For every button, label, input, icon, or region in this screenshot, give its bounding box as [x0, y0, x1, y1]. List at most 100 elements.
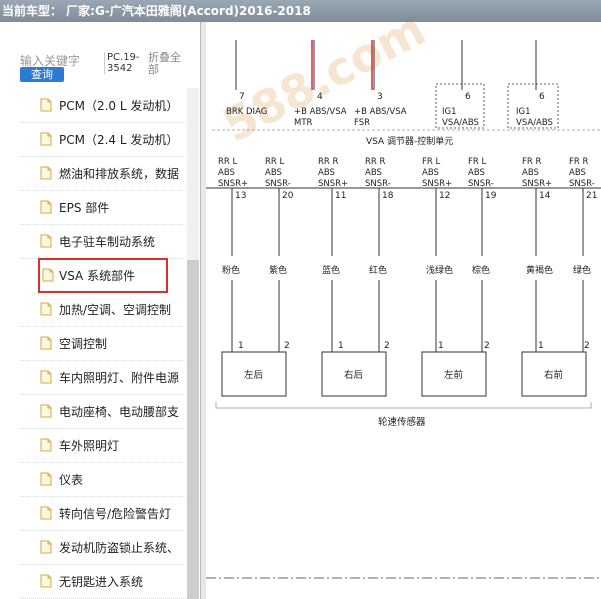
tree-item-label: 电动座椅、电动腰部支	[59, 405, 180, 419]
tree-item[interactable]: 燃油和排放系统，数据	[20, 156, 186, 191]
signal-name: SNSR+	[318, 179, 348, 189]
watermark: 588.com	[214, 22, 434, 153]
signal-name: ABS	[318, 168, 335, 178]
top-pin-label: +B ABS/VSA	[294, 107, 347, 117]
wire-color-label: 粉色	[222, 264, 240, 276]
tree-item-label: PCM（2.4 L 发动机）	[59, 133, 179, 147]
wire-color-label: 蓝色	[322, 264, 340, 276]
signal-name: ABS	[522, 168, 539, 178]
top-pin-number: 4	[317, 92, 323, 102]
tree-item-label: 电子驻车制动系统	[59, 235, 156, 249]
signal-name: SNSR-	[265, 179, 291, 189]
signal-name: RR L	[265, 157, 285, 167]
title-bar: 当前车型： 厂家:G-广汽本田雅阁(Accord)2016-2018	[0, 0, 601, 22]
document-icon	[40, 234, 52, 248]
tree-item-label: 空调控制	[59, 337, 108, 351]
sensor-group-bracket	[215, 402, 592, 409]
wire-color-label: 浅绿色	[426, 264, 453, 276]
top-pin-label: BRK DIAG	[226, 107, 267, 117]
top-pin-label: IG1	[516, 107, 531, 117]
signal-name: RR R	[318, 157, 339, 167]
left-pane: 输入关键字 查询 PC.19-3542 折叠全部 PCM（2.0 L 发动机） P…	[0, 22, 200, 599]
document-icon	[40, 370, 52, 384]
fold-all-button[interactable]: 折叠全部	[148, 52, 188, 76]
sensor-pin: 1	[438, 341, 444, 351]
signal-name: ABS	[365, 168, 382, 178]
sensor-pin: 2	[484, 341, 490, 351]
tree-item[interactable]: EPS 部件	[20, 190, 186, 225]
sensor-pin: 1	[338, 341, 344, 351]
tree-item[interactable]: 无钥匙进入系统	[20, 564, 186, 599]
tree-item[interactable]: 发动机防盗锁止系统、	[20, 530, 186, 565]
document-icon	[40, 438, 52, 452]
signal-name: SNSR+	[522, 179, 552, 189]
document-icon	[40, 166, 52, 180]
tree-item[interactable]: 车内照明灯、附件电源	[20, 360, 186, 395]
sensor-label: 左后	[244, 369, 264, 381]
tree-item[interactable]: 空调控制	[20, 326, 186, 361]
signal-name: ABS	[218, 168, 235, 178]
signal-name: ABS	[422, 168, 439, 178]
tree-item-label: EPS 部件	[59, 201, 110, 215]
document-icon	[40, 506, 52, 520]
document-icon	[40, 404, 52, 418]
top-pin-label: +B ABS/VSA	[354, 107, 407, 117]
tree-item[interactable]: 电子驻车制动系统	[20, 224, 186, 259]
top-pin-number: 7	[239, 92, 245, 102]
tree-item-selected[interactable]: VSA 系统部件	[38, 258, 168, 293]
tree-item[interactable]: 车外照明灯	[20, 428, 186, 463]
tree-item[interactable]: 电动座椅、电动腰部支	[20, 394, 186, 429]
document-icon	[40, 336, 52, 350]
top-pin-label: VSA/ABS	[442, 118, 479, 128]
signal-pin: 21	[586, 191, 597, 201]
signal-name: FR L	[422, 157, 440, 167]
wire-color-label: 黄褐色	[526, 264, 553, 276]
wire-color-label: 紫色	[269, 264, 287, 276]
top-pin-label: IG1	[442, 107, 457, 117]
sensor-pin: 1	[238, 341, 244, 351]
signal-pin: 14	[539, 191, 551, 201]
tree-scrollbar-thumb[interactable]	[187, 260, 199, 599]
document-icon	[40, 574, 52, 588]
signal-name: FR R	[569, 157, 588, 167]
tree-item-label: 加热/空调、空调控制	[59, 303, 172, 317]
signal-pin: 13	[235, 191, 246, 201]
signal-name: SNSR-	[468, 179, 494, 189]
document-icon	[40, 472, 52, 486]
signal-name: SNSR+	[422, 179, 452, 189]
document-icon	[40, 132, 52, 146]
tree-item-label: 燃油和排放系统，数据	[59, 167, 180, 181]
tree-item-label: 转向信号/危险警告灯	[59, 507, 172, 521]
signal-name: RR R	[365, 157, 386, 167]
signal-pin: 19	[485, 191, 497, 201]
tree-item-label: 车内照明灯、附件电源	[59, 371, 180, 385]
tree-item[interactable]: PCM（2.4 L 发动机）	[20, 122, 186, 157]
sensor-pin: 1	[538, 341, 544, 351]
signal-name: SNSR+	[218, 179, 248, 189]
wire-color-label: 绿色	[573, 264, 591, 276]
wiring-diagram-svg: 588.com7BRK DIAG4+B ABS/VSAMTR3+B ABS/VS…	[206, 22, 601, 579]
tree-item[interactable]: PCM（2.0 L 发动机）	[20, 88, 186, 123]
sensor-label: 左前	[444, 369, 463, 381]
wire-color-label: 棕色	[472, 264, 490, 276]
top-pin-label: VSA/ABS	[516, 118, 553, 128]
query-button[interactable]: 查询	[20, 67, 64, 82]
wire-color-label: 红色	[369, 264, 387, 276]
signal-pin: 12	[439, 191, 450, 201]
signal-name: FR R	[522, 157, 541, 167]
wiring-diagram: 588.com 7 BRK DIAG 4 +B ABS/VSA MTR 3 +B ABS/VS…	[206, 22, 601, 599]
tree-item-label: 无钥匙进入系统	[59, 575, 144, 589]
top-pin-label: MTR	[294, 118, 313, 128]
sensor-label: 右后	[344, 369, 364, 381]
signal-name: SNSR-	[365, 179, 391, 189]
signal-pin: 18	[382, 191, 394, 201]
top-pin-number: 6	[465, 92, 471, 102]
tree-item-label: VSA 系统部件	[59, 269, 136, 283]
top-pin-number: 3	[377, 92, 383, 102]
top-pin-number: 6	[539, 92, 545, 102]
tree-item[interactable]: 加热/空调、空调控制	[20, 292, 186, 327]
tree-item[interactable]: 转向信号/危险警告灯	[20, 496, 186, 531]
document-icon	[40, 302, 52, 316]
tree-item[interactable]: 仪表	[20, 462, 186, 497]
sensor-pin: 2	[584, 341, 590, 351]
